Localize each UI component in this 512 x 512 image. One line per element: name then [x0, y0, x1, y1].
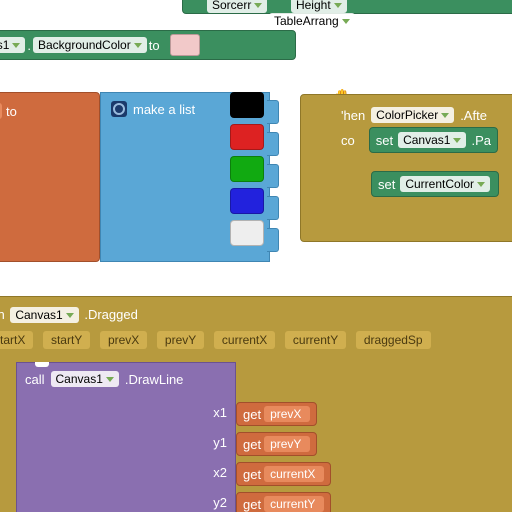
top-green-block[interactable]: Sorcerr Height TableArrang [182, 0, 512, 14]
dropdown-canvas1-d[interactable]: Canvas1 [51, 371, 119, 387]
after-label: .Afte [460, 108, 487, 123]
param-starty[interactable]: startY [43, 331, 90, 349]
color-red[interactable] [230, 124, 264, 150]
dropdown-canvas1-b[interactable]: Canvas1 [398, 132, 466, 148]
dropdown-currentcolor[interactable]: CurrentColor [400, 176, 490, 192]
arg-x1: x1 [213, 405, 227, 420]
get-currentx-block[interactable]: get currentX [236, 462, 331, 486]
param-startx[interactable]: startX [0, 331, 33, 349]
set-currentcolor-block[interactable]: set CurrentColor [371, 171, 499, 197]
call-label: call [25, 372, 45, 387]
call-drawline-block[interactable]: call Canvas1 .DrawLine x1 y1 x2 y2 [16, 362, 236, 512]
dropdown-canvas1-a[interactable]: Canvas1 [0, 37, 25, 53]
dropdown-bgcolor[interactable]: BackgroundColor [33, 37, 147, 53]
to-label-b: to [6, 104, 17, 119]
dropdown-canvas1-c[interactable]: Canvas1 [10, 307, 78, 323]
dragged-label: .Dragged [84, 307, 137, 322]
when-colorpicker-block[interactable]: 'hen ColorPicker .Afte co set Canvas1 .P… [300, 94, 512, 242]
get-currenty-block[interactable]: get currentY [236, 492, 331, 512]
arg-y1: y1 [213, 435, 227, 450]
param-currentx[interactable]: currentX [214, 331, 275, 349]
arg-x2: x2 [213, 465, 227, 480]
color-socket[interactable] [170, 34, 200, 56]
dropdown-get-prevx[interactable]: prevX [264, 406, 310, 422]
drawline-label: .DrawLine [125, 372, 184, 387]
color-green[interactable] [230, 156, 264, 182]
block-notch [35, 362, 49, 367]
dropdown-colors-var[interactable]: colors [0, 103, 2, 119]
color-black[interactable] [230, 92, 264, 118]
dropdown-height[interactable]: Height [291, 0, 347, 13]
get-prevy-block[interactable]: get prevY [236, 432, 317, 456]
make-list-label: make a list [133, 102, 195, 117]
swatch-column [230, 92, 270, 252]
color-blue[interactable] [230, 188, 264, 214]
param-draggedsp[interactable]: draggedSp [356, 331, 431, 349]
dropdown-colorpicker[interactable]: ColorPicker [371, 107, 454, 123]
set-canvas-paint-block[interactable]: set Canvas1 .Pa [369, 127, 498, 153]
arg-y2: y2 [213, 495, 227, 510]
dropdown-get-currentx[interactable]: currentX [264, 466, 324, 482]
param-prevy[interactable]: prevY [157, 331, 204, 349]
color-white[interactable] [230, 220, 264, 246]
gear-icon[interactable] [111, 101, 127, 117]
when-label-drag: hen [0, 307, 5, 322]
dropdown-tablearrange[interactable]: TableArrang [269, 13, 355, 29]
param-prevx[interactable]: prevX [100, 331, 147, 349]
dot-label: . [27, 38, 31, 53]
set-backgroundcolor-block[interactable]: Canvas1 . BackgroundColor to [0, 30, 296, 60]
when-label-cp: 'hen [341, 108, 365, 123]
to-label-a: to [149, 38, 160, 53]
dropdown-get-currenty[interactable]: currentY [264, 496, 324, 512]
param-currenty[interactable]: currentY [285, 331, 346, 349]
get-prevx-block[interactable]: get prevX [236, 402, 317, 426]
do-label-cp: co [341, 133, 355, 148]
dropdown-get-prevy[interactable]: prevY [264, 436, 310, 452]
dropdown-sorcerr[interactable]: Sorcerr [207, 0, 267, 13]
set-colors-block[interactable]: colors to [0, 92, 100, 262]
